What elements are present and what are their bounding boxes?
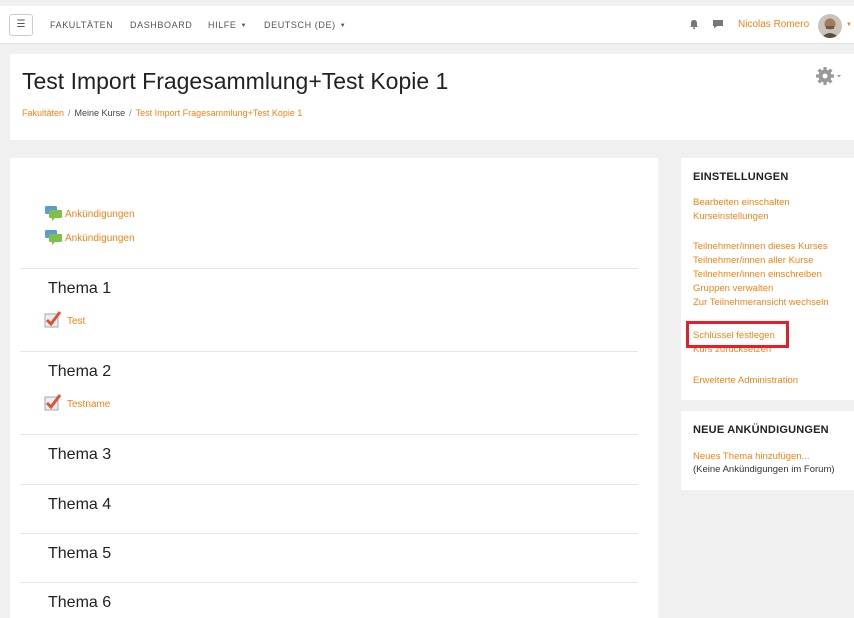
page-header: Test Import Fragesammlung+Test Kopie 1 F…: [10, 54, 854, 140]
bell-icon[interactable]: [688, 18, 700, 30]
news-block: NEUE ANKÜNDIGUNGEN Neues Thema hinzufüge…: [681, 411, 854, 490]
user-menu-name[interactable]: Nicolas Romero: [738, 19, 809, 30]
forum-link-label: Ankündigungen: [65, 209, 135, 220]
section-title: Thema 5: [48, 545, 112, 562]
section-title: Thema 6: [48, 594, 112, 611]
gear-icon[interactable]: [816, 66, 844, 86]
settings-link[interactable]: Kurseinstellungen: [693, 211, 769, 222]
section-title: Thema 3: [48, 446, 112, 463]
nav-dashboard-label: DASHBOARD: [130, 20, 193, 30]
breadcrumb-separator: /: [129, 108, 132, 118]
nav-faculties-label: FAKULTÄTEN: [50, 20, 114, 30]
settings-link[interactable]: Bearbeiten einschalten: [693, 197, 790, 208]
add-topic-link[interactable]: Neues Thema hinzufügen...: [693, 451, 810, 462]
nav-dashboard[interactable]: DASHBOARD: [130, 20, 192, 30]
nav-language-dropdown[interactable]: DEUTSCH (DE) ▼: [264, 20, 346, 30]
activity-label: Testname: [67, 399, 111, 410]
caret-down-icon: ▼: [240, 23, 248, 29]
settings-block: EINSTELLUNGEN Bearbeiten einschalten Kur…: [681, 158, 854, 400]
breadcrumb-faculties-link[interactable]: Fakultäten: [22, 108, 64, 118]
navbar: ☰ FAKULTÄTEN DASHBOARD HILFE ▼ DEUTSCH (D…: [0, 6, 854, 44]
section-divider: [20, 351, 638, 352]
section-title: Thema 1: [48, 280, 112, 297]
section-divider: [20, 434, 638, 435]
highlight-annotation-box: [686, 321, 789, 348]
activity-label: Test: [67, 316, 86, 327]
nav-help-dropdown[interactable]: HILFE ▼: [208, 20, 247, 30]
section-divider: [20, 484, 638, 485]
forum-link-label: Ankündigungen: [65, 233, 135, 244]
settings-link[interactable]: Erweiterte Administration: [693, 375, 798, 386]
caret-down-icon[interactable]: ▼: [846, 22, 852, 28]
block-title: NEUE ANKÜNDIGUNGEN: [693, 424, 829, 436]
nav-faculties[interactable]: FAKULTÄTEN: [50, 20, 113, 30]
chat-icon[interactable]: [712, 18, 724, 30]
block-title: EINSTELLUNGEN: [693, 171, 789, 183]
course-content: Ankündigungen Ankündigungen Thema 1 Test…: [10, 158, 658, 618]
section-title: Thema 4: [48, 496, 112, 513]
user-avatar[interactable]: [818, 14, 842, 38]
settings-link[interactable]: Teilnehmer/innen einschreiben: [693, 269, 822, 280]
section-divider: [20, 268, 638, 269]
section-divider: [20, 582, 638, 583]
settings-link[interactable]: Zur Teilnehmeransicht wechseln: [693, 297, 829, 308]
settings-link[interactable]: Gruppen verwalten: [693, 283, 773, 294]
menu-toggle-button[interactable]: ☰: [9, 14, 33, 36]
breadcrumb: Fakultäten / Meine Kurse / Test Import Frage…: [22, 108, 302, 118]
news-empty-text: (Keine Ankündigungen im Forum): [693, 464, 835, 475]
section-title: Thema 2: [48, 363, 112, 380]
settings-link[interactable]: Teilnehmer/innen dieses Kurses: [693, 241, 828, 252]
nav-language-label: DEUTSCH (DE): [264, 20, 336, 30]
breadcrumb-separator: /: [68, 108, 71, 118]
nav-help-label: HILFE: [208, 20, 237, 30]
forum-icon: [45, 230, 62, 245]
forum-icon: [45, 206, 62, 221]
section-divider: [20, 533, 638, 534]
page-title: Test Import Fragesammlung+Test Kopie 1: [22, 68, 449, 94]
quiz-checkmark-icon: [44, 394, 62, 411]
quiz-checkmark-icon: [44, 311, 62, 328]
breadcrumb-my-courses[interactable]: Meine Kurse: [75, 108, 126, 118]
breadcrumb-course-link[interactable]: Test Import Fragesammlung+Test Kopie 1: [136, 108, 303, 118]
caret-down-icon: ▼: [339, 23, 347, 29]
settings-link[interactable]: Teilnehmer/innen aller Kurse: [693, 255, 813, 266]
